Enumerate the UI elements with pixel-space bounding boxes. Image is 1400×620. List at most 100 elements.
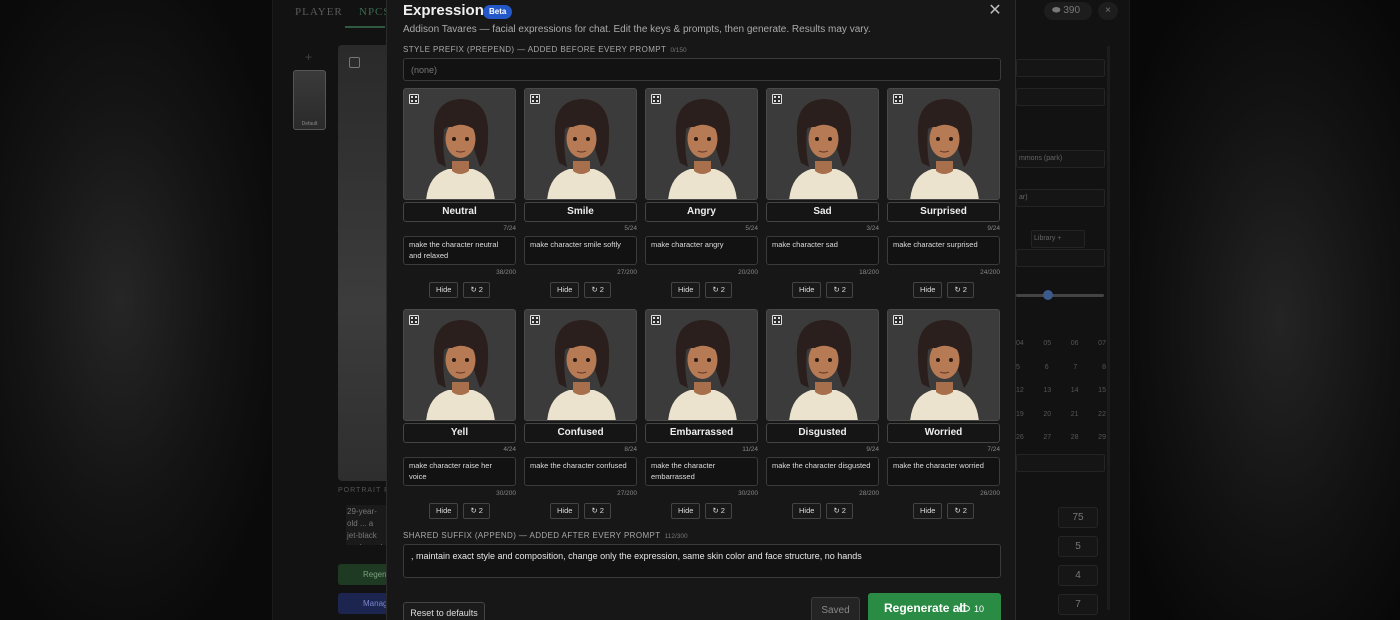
calendar-row: 5678 [1016,363,1106,371]
saved-button[interactable]: Saved [811,597,860,620]
gallery-icon[interactable] [772,315,782,325]
bg-slider-handle[interactable] [1043,290,1053,300]
bg-slider-track[interactable] [1016,294,1104,297]
name-char-count: 7/24 [987,446,1000,453]
bg-number-field[interactable]: 7 [1058,594,1098,615]
expression-image[interactable] [887,88,1000,200]
expression-image[interactable] [645,309,758,421]
regenerate-button[interactable]: ↻ 2 [826,503,853,519]
modal-title: Expressions [403,2,493,19]
expression-prompt-input[interactable]: make character raise her voice [403,457,516,486]
reset-defaults-button[interactable]: Reset to defaults [403,602,485,620]
expression-image[interactable] [766,88,879,200]
hide-button[interactable]: Hide [913,503,943,519]
card-actions: Hide ↻ 2 [403,503,516,519]
tab-active-indicator [345,26,385,28]
app-close-button[interactable]: × [1098,2,1118,20]
card-actions: Hide ↻ 2 [645,503,758,519]
expression-image[interactable] [403,88,516,200]
style-prefix-input[interactable] [403,58,1001,81]
gallery-icon[interactable] [349,57,360,68]
bg-number-field[interactable]: 4 [1058,565,1098,586]
regenerate-button[interactable]: ↻ 2 [947,503,974,519]
hide-button[interactable]: Hide [671,503,701,519]
expression-name-input[interactable]: Smile [524,202,637,222]
tab-player[interactable]: PLAYER [295,6,343,18]
regenerate-button[interactable]: ↻ 2 [947,282,974,298]
expression-image[interactable] [766,309,879,421]
expression-prompt-input[interactable]: make the character neutral and relaxed [403,236,516,265]
gallery-icon[interactable] [893,94,903,104]
gallery-icon[interactable] [893,315,903,325]
hide-button[interactable]: Hide [671,282,701,298]
regenerate-portrait-button[interactable]: Regen [338,564,388,585]
close-icon[interactable]: ✕ [987,2,1003,20]
hide-button[interactable]: Hide [429,282,459,298]
gallery-icon[interactable] [409,315,419,325]
expression-prompt-input[interactable]: make the character worried [887,457,1000,486]
thumbnail-label: Default [301,121,318,127]
gallery-icon[interactable] [530,315,540,325]
expression-image[interactable] [887,309,1000,421]
bg-number-field[interactable]: 75 [1058,507,1098,528]
calendar-header: 04 05 06 07 [1016,340,1106,347]
expression-prompt-input[interactable]: make character sad [766,236,879,265]
expression-prompt-input[interactable]: make the character confused [524,457,637,486]
expression-prompt-input[interactable]: make character smile softly [524,236,637,265]
expression-name-input[interactable]: Confused [524,423,637,443]
expression-name-input[interactable]: Angry [645,202,758,222]
regenerate-button[interactable]: ↻ 2 [705,503,732,519]
expression-name-input[interactable]: Embarrassed [645,423,758,443]
regenerate-button[interactable]: ↻ 2 [584,282,611,298]
expression-name-input[interactable]: Sad [766,202,879,222]
hide-button[interactable]: Hide [913,282,943,298]
bg-select-3[interactable] [1016,249,1105,267]
portrait-thumbnail[interactable]: Default [293,70,326,130]
hide-button[interactable]: Hide [550,282,580,298]
coin-balance: ⬬ 390 [1044,2,1092,20]
expression-name-input[interactable]: Yell [403,423,516,443]
shared-suffix-input[interactable]: , maintain exact style and composition, … [403,544,1001,578]
bg-field-1[interactable] [1016,59,1105,77]
gallery-icon[interactable] [651,94,661,104]
gallery-icon[interactable] [530,94,540,104]
regenerate-button[interactable]: ↻ 2 [826,282,853,298]
prompt-char-count: 20/200 [738,269,758,276]
expression-image[interactable] [403,309,516,421]
hide-button[interactable]: Hide [429,503,459,519]
expression-image[interactable] [524,309,637,421]
expression-name-input[interactable]: Surprised [887,202,1000,222]
regenerate-button[interactable]: ↻ 2 [463,503,490,519]
regenerate-all-button[interactable]: Regenerate all 10 [868,593,1001,620]
bg-field-2[interactable] [1016,88,1105,106]
bg-field-3[interactable] [1016,454,1105,472]
hide-button[interactable]: Hide [792,503,822,519]
add-portrait-icon[interactable]: + [305,50,312,64]
regenerate-button[interactable]: ↻ 2 [705,282,732,298]
expression-name-input[interactable]: Disgusted [766,423,879,443]
regenerate-button[interactable]: ↻ 2 [584,503,611,519]
manage-button[interactable]: Manag [338,593,388,614]
gallery-icon[interactable] [772,94,782,104]
bg-number-field[interactable]: 5 [1058,536,1098,557]
expression-image[interactable] [645,88,758,200]
expression-prompt-input[interactable]: make the character embarrassed [645,457,758,486]
bg-scrollbar[interactable] [1107,46,1110,610]
expression-image[interactable] [524,88,637,200]
expression-prompt-input[interactable]: make character surprised [887,236,1000,265]
gallery-icon[interactable] [409,94,419,104]
gallery-icon[interactable] [651,315,661,325]
expression-prompt-input[interactable]: make character angry [645,236,758,265]
bg-select-2[interactable]: ar) [1016,189,1105,207]
regenerate-button[interactable]: ↻ 2 [463,282,490,298]
expression-prompt-input[interactable]: make the character disgusted [766,457,879,486]
bg-library-chip[interactable]: Library + [1031,230,1085,248]
hide-button[interactable]: Hide [550,503,580,519]
bg-location-select[interactable]: mmons (park) [1016,150,1105,168]
hide-button[interactable]: Hide [792,282,822,298]
expression-name-input[interactable]: Worried [887,423,1000,443]
expression-name-input[interactable]: Neutral [403,202,516,222]
coin-icon [959,605,970,612]
regenerate-cost: 10 [974,604,985,614]
card-actions: Hide ↻ 2 [887,282,1000,298]
